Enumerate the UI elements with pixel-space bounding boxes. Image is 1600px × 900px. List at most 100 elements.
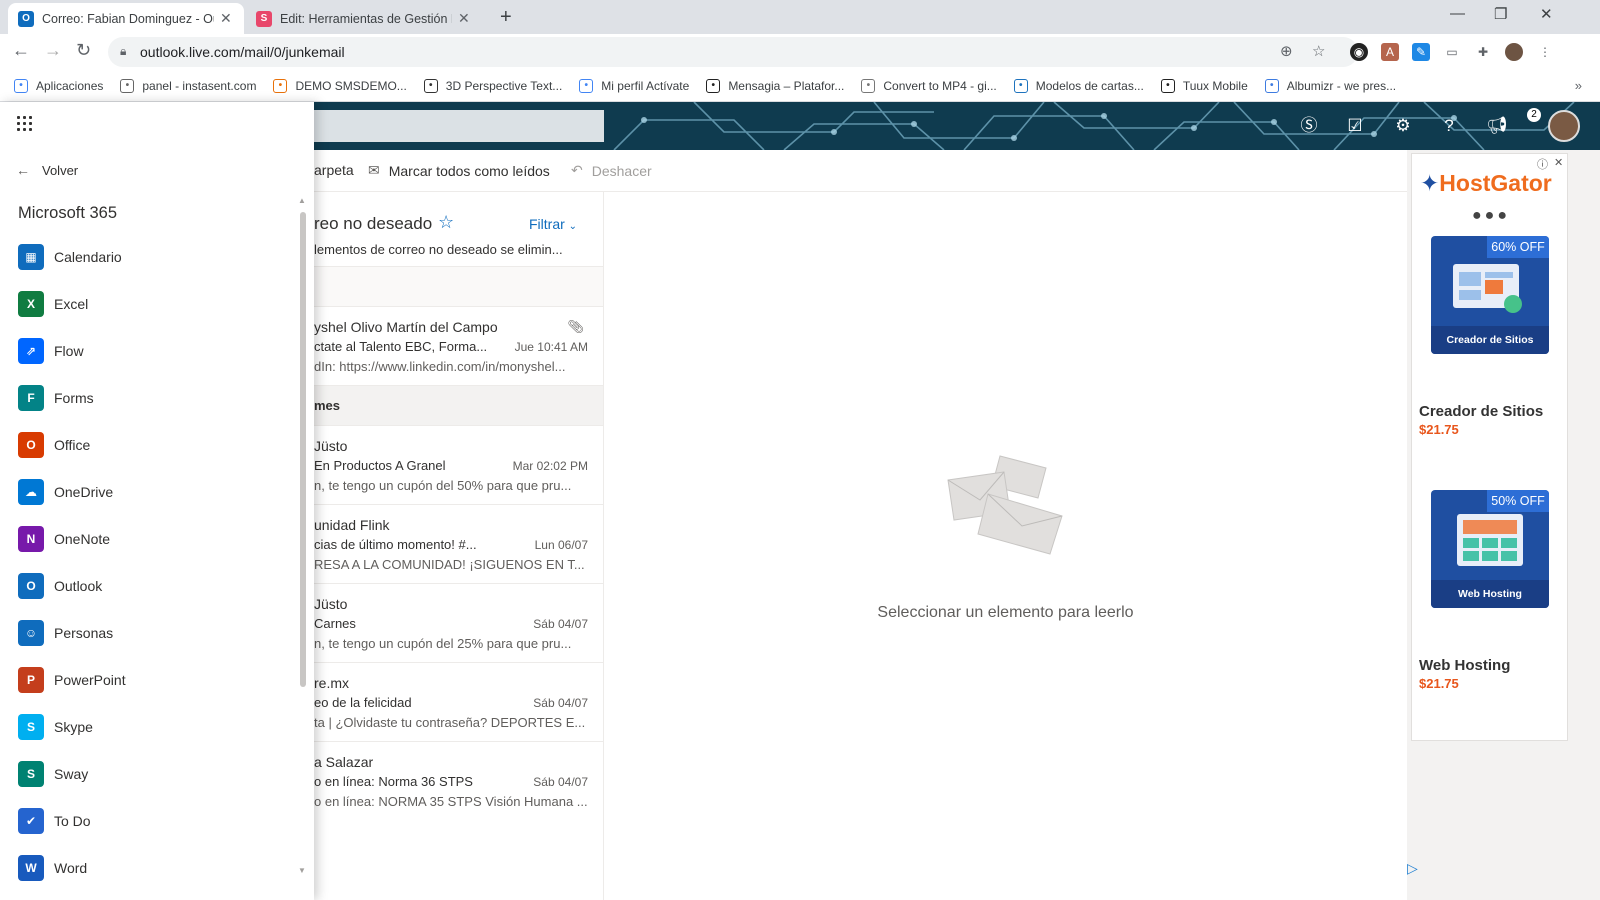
group-header: mes <box>314 385 603 425</box>
extension-vpn-icon[interactable]: ◉ <box>1350 43 1368 61</box>
app-item-onedrive[interactable]: ☁ OneDrive <box>18 476 298 508</box>
bookmark-item[interactable]: • Modelos de cartas... <box>1013 78 1144 93</box>
app-item-excel[interactable]: X Excel <box>18 288 298 320</box>
app-item-powerpoint[interactable]: P PowerPoint <box>18 664 298 696</box>
extension-pdf-icon[interactable]: A <box>1381 43 1399 61</box>
close-tab-icon[interactable]: ✕ <box>220 10 232 27</box>
list-item[interactable]: yshel Olivo Martín del Campo ctate al Tal… <box>314 306 603 385</box>
app-item-office[interactable]: O Office <box>18 429 298 461</box>
favorite-star-icon[interactable]: ☆ <box>438 212 454 233</box>
web-hosting-icon <box>1457 514 1523 566</box>
ad-card-web-hosting[interactable]: 50% OFF Web Hosting <box>1431 490 1549 608</box>
move-to-folder-button[interactable]: arpeta <box>314 162 354 178</box>
bookmark-item[interactable]: • panel - instasent.com <box>120 78 256 93</box>
app-label: Personas <box>54 625 114 641</box>
filter-button[interactable]: Filtrar ⌄ <box>529 216 577 232</box>
extensions-puzzle-icon[interactable]: ✚ <box>1474 43 1492 61</box>
app-item-calendario[interactable]: ▦ Calendario <box>18 241 298 273</box>
close-tab-icon[interactable]: ✕ <box>458 10 470 27</box>
megaphone-icon[interactable]: 📢︎ <box>1485 114 1509 138</box>
bookmark-item[interactable]: • Albumizr - we pres... <box>1264 78 1396 93</box>
app-label: Sway <box>54 766 89 782</box>
bookmark-item[interactable]: • Aplicaciones <box>14 78 103 93</box>
bookmark-item[interactable]: • Tuux Mobile <box>1160 78 1248 93</box>
move-to-folder-label: arpeta <box>314 162 354 178</box>
search-box[interactable] <box>314 110 604 142</box>
list-item[interactable]: unidad Flink cias de último momento! #...… <box>314 504 603 583</box>
ad-product-title[interactable]: Creador de Sitios <box>1419 403 1543 420</box>
list-item[interactable]: Jüsto Carnes n, te tengo un cupón del 25% … <box>314 583 603 662</box>
app-item-outlook[interactable]: O Outlook <box>18 570 298 602</box>
bookmark-item[interactable]: • 3D Perspective Text... <box>423 78 563 93</box>
bookmark-item[interactable]: • Mensagia – Platafor... <box>706 78 844 93</box>
undo-button[interactable]: ↶ Deshacer <box>571 162 652 179</box>
close-window-icon[interactable]: ✕ <box>1540 5 1553 23</box>
app-label: To Do <box>54 813 91 829</box>
powerpoint-icon: P <box>18 667 44 693</box>
app-item-flow[interactable]: ⇗ Flow <box>18 335 298 367</box>
address-bar[interactable]: 🔒︎ outlook.live.com/mail/0/junkemail ⊕ ☆ <box>108 37 1358 67</box>
mail-subject: cias de último momento! #... <box>314 537 477 552</box>
help-icon[interactable]: ? <box>1437 114 1461 138</box>
minimize-icon[interactable]: — <box>1450 5 1465 22</box>
scroll-up-icon[interactable]: ▲ <box>298 196 306 205</box>
bookmark-item[interactable]: • DEMO SMSDEMO... <box>273 78 407 93</box>
ad-close-icon[interactable]: ✕ <box>1554 156 1563 169</box>
mail-sender: a Salazar <box>314 754 374 770</box>
app-item-word[interactable]: W Word <box>18 852 298 884</box>
more-bookmarks-icon[interactable]: » <box>1575 78 1582 93</box>
app-item-personas[interactable]: ☺ Personas <box>18 617 298 649</box>
gator-icon: ✦ <box>1420 170 1440 196</box>
settings-gear-icon[interactable]: ⚙ <box>1391 114 1415 138</box>
bookmark-label: Tuux Mobile <box>1182 78 1248 93</box>
profile-avatar-icon[interactable] <box>1505 43 1523 61</box>
my-day-icon[interactable]: ☑ <box>1343 114 1367 138</box>
app-item-onenote[interactable]: N OneNote <box>18 523 298 555</box>
bookmark-label: 3D Perspective Text... <box>445 78 563 93</box>
tab-outlook[interactable]: O Correo: Fabian Dominguez - Outl ✕ <box>8 3 244 34</box>
install-icon[interactable]: ⊕ <box>1280 42 1293 60</box>
mail-subject: En Productos A Granel <box>314 458 446 473</box>
app-item-skype[interactable]: S Skype <box>18 711 298 743</box>
ad-dots: ●●● <box>1472 207 1510 224</box>
onedrive-icon: ☁ <box>18 479 44 505</box>
app-launcher-waffle-icon[interactable] <box>17 116 33 132</box>
google-icon: • <box>579 78 594 93</box>
app-label: Word <box>54 860 88 876</box>
brand-name: HostGator <box>1439 170 1552 196</box>
mail-date: Sáb 04/07 <box>533 775 588 789</box>
list-item[interactable]: a Salazar o en línea: Norma 36 STPS o en l… <box>314 741 603 820</box>
back-arrow-icon: ← <box>16 162 30 178</box>
new-tab-icon[interactable]: + <box>500 6 512 29</box>
bookmark-item[interactable]: • Mi perfil Actívate <box>579 78 689 93</box>
mail-subject: ctate al Talento EBC, Forma... <box>314 339 488 354</box>
app-label: Excel <box>54 296 89 312</box>
bookmark-item[interactable]: • Convert to MP4 - gi... <box>861 78 997 93</box>
skype-header-icon[interactable]: Ⓢ <box>1297 114 1321 138</box>
ad-card-site-builder[interactable]: 60% OFF Creador de Sitios <box>1431 236 1549 354</box>
maximize-icon[interactable]: ❐ <box>1494 5 1507 23</box>
bookmark-star-icon[interactable]: ☆ <box>1312 42 1325 60</box>
app-item-forms[interactable]: F Forms <box>18 382 298 414</box>
reload-icon[interactable]: ↻ <box>76 40 91 61</box>
forward-arrow-icon[interactable]: → <box>44 40 62 61</box>
chrome-menu-icon[interactable]: ⋮ <box>1536 43 1554 61</box>
tab-edit[interactable]: S Edit: Herramientas de Gestión Di ✕ <box>246 3 482 34</box>
scroll-down-icon[interactable]: ▼ <box>298 866 306 875</box>
app-item-sway[interactable]: S Sway <box>18 758 298 790</box>
back-button[interactable]: ← Volver <box>16 162 78 178</box>
extension-cast-icon[interactable]: ▭ <box>1443 43 1461 61</box>
ad-product-title[interactable]: Web Hosting <box>1419 657 1510 674</box>
advertisement[interactable]: ⓘ ✕ ✦HostGator ●●● 60% OFF Creador de Si… <box>1411 153 1568 741</box>
back-arrow-icon[interactable]: ← <box>12 40 30 61</box>
empty-reading-text: Seleccionar un elemento para leerlo <box>877 604 1134 621</box>
list-item[interactable]: Jüsto En Productos A Granel n, te tengo un… <box>314 425 603 504</box>
chevron-down-icon: ⌄ <box>568 221 578 232</box>
adchoices-icon[interactable]: ▷ <box>1407 860 1418 877</box>
account-avatar[interactable] <box>1548 110 1580 142</box>
extension-pin-icon[interactable]: ✎ <box>1412 43 1430 61</box>
mark-all-read-button[interactable]: ✉ Marcar todos como leídos <box>368 162 550 179</box>
list-item[interactable]: re.mx eo de la felicidad ta | ¿Olvidaste t… <box>314 662 603 741</box>
app-item-to-do[interactable]: ✔ To Do <box>18 805 298 837</box>
scrollbar-thumb[interactable] <box>300 212 306 687</box>
